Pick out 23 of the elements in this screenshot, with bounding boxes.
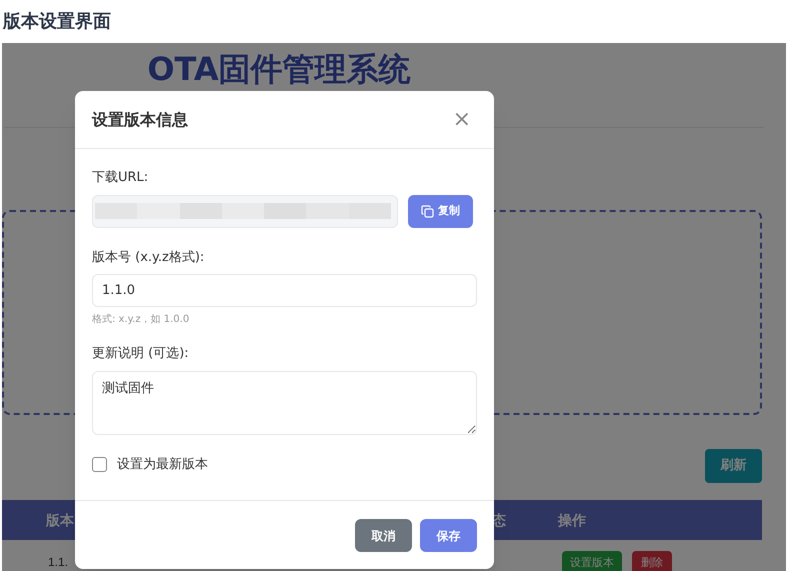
copy-icon bbox=[421, 204, 434, 218]
dialog-title: 设置版本信息 bbox=[92, 108, 188, 130]
checkbox[interactable] bbox=[92, 456, 107, 472]
column-header: 版本 bbox=[46, 512, 74, 531]
set-version-button[interactable]: 设置版本 bbox=[562, 551, 622, 571]
field-label: 更新说明 (可选): bbox=[92, 345, 190, 363]
table-cell-text: 1.1. bbox=[48, 554, 68, 571]
column-header: 操作 bbox=[558, 512, 586, 531]
refresh-button[interactable]: 刷新 bbox=[705, 449, 762, 483]
checkbox-label: 设置为最新版本 bbox=[117, 456, 208, 474]
save-button[interactable]: 保存 bbox=[420, 519, 477, 552]
url-field[interactable] bbox=[92, 194, 398, 228]
field-label: 版本号 (x.y.z格式): bbox=[92, 248, 206, 266]
copy-button[interactable]: 复制 bbox=[408, 194, 473, 228]
page-heading: 版本设置界面 bbox=[2, 10, 112, 34]
close-button[interactable]: × bbox=[452, 108, 477, 130]
notes-field[interactable]: 测试固件 bbox=[92, 370, 477, 434]
cancel-button[interactable]: 取消 bbox=[355, 519, 412, 552]
delete-button[interactable]: 删除 bbox=[632, 551, 672, 571]
field-label: 下载URL: bbox=[92, 169, 150, 187]
version-field[interactable]: 1.1.0 bbox=[92, 274, 477, 307]
app-title: OTA固件管理系统 bbox=[147, 49, 411, 90]
field-hint: 格式: x.y.z，如 1.0.0 bbox=[92, 312, 190, 327]
